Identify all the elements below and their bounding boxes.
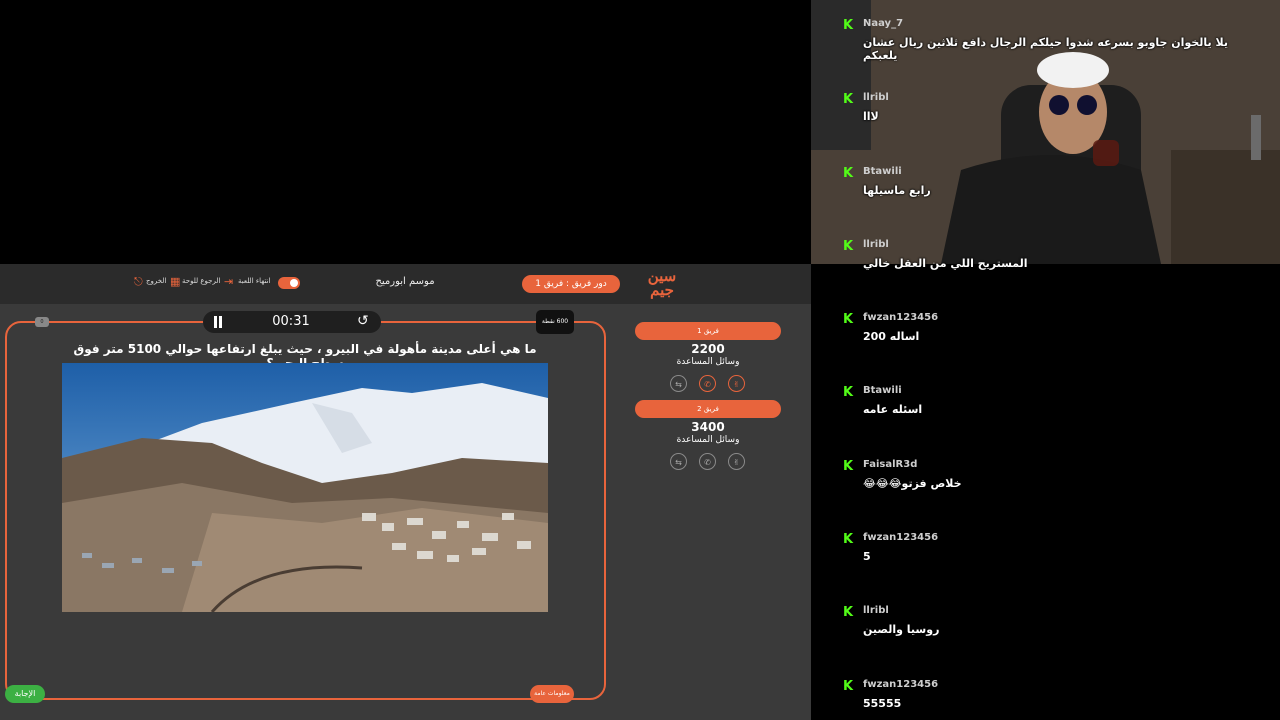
chat-username[interactable]: fwzan123456 (863, 679, 1263, 690)
call-friend-icon[interactable]: ✆ (699, 375, 716, 392)
chat-message: K Btawili رابع ماسيلها (843, 166, 1263, 197)
kick-icon: K (843, 679, 854, 694)
season-title: موسم ابورميح (375, 276, 435, 287)
chat-message: K Btawili اسئله عامه (843, 385, 1263, 416)
pause-icon[interactable] (212, 316, 224, 328)
board-grid-icon: ▦ (170, 275, 181, 288)
exit-button[interactable]: الخروج (146, 277, 166, 285)
swap-question-icon[interactable]: ⇆ (670, 375, 687, 392)
hand-icon[interactable]: ✌ (728, 453, 745, 470)
team-2-pill: فريق 2 (635, 400, 781, 418)
chat-message: K llribl روسيا والصين (843, 605, 1263, 636)
exit-icon: ⎋ (134, 275, 143, 288)
back-to-board-button[interactable]: الرجوع للوحة (182, 277, 220, 285)
chat-text: اسئله عامه (863, 403, 923, 416)
kick-icon: K (843, 312, 854, 327)
timer-display: 00:31 (272, 314, 310, 329)
hand-icon[interactable]: ✌ (728, 375, 745, 392)
kick-icon: K (843, 166, 854, 181)
chat-username[interactable]: llribl (863, 92, 1263, 103)
end-game-label[interactable]: انتهاء اللعبة (238, 277, 271, 285)
kick-icon: K (843, 18, 854, 33)
game-topbar: سين جيم دور فريق : فريق 1 موسم ابورميح ا… (0, 264, 811, 304)
end-game-icon: ⇥ (224, 275, 234, 288)
chat-message: K llribl لااا (843, 92, 1263, 123)
end-game-toggle[interactable] (278, 277, 300, 289)
team-1-score: 2200 (691, 342, 725, 356)
chat-text: 55555 (863, 697, 902, 710)
turn-indicator: دور فريق : فريق 1 (522, 275, 620, 293)
chat-text: المستريح اللي من العقل خالي (863, 257, 1028, 270)
chat-message: K fwzan123456 اساله 200 (843, 312, 1263, 343)
chat-text: خلاص فزتو😂😂😂 (863, 477, 962, 490)
chat-username[interactable]: Btawili (863, 385, 1263, 396)
call-friend-icon[interactable]: ✆ (699, 453, 716, 470)
chat-username[interactable]: llribl (863, 605, 1263, 616)
game-area: سين جيم دور فريق : فريق 1 موسم ابورميح ا… (0, 264, 811, 720)
team-1-aids-label: وسائل المساعدة (676, 357, 740, 367)
chat-panel: K Naay_7 يلا يالخوان جاوبو بسرعه شدوا حي… (811, 0, 1280, 720)
answer-button[interactable]: الإجابة (5, 685, 45, 703)
chat-text: لااا (863, 110, 879, 123)
kick-icon: K (843, 532, 854, 547)
kick-icon: K (843, 92, 854, 107)
chat-username[interactable]: Naay_7 (863, 18, 1263, 29)
general-info-button[interactable]: معلومات عامة (530, 685, 574, 703)
chat-text: يلا يالخوان جاوبو بسرعه شدوا حيلكم الرجا… (863, 36, 1228, 62)
game-logo: سين جيم (647, 267, 677, 299)
team-2-score: 3400 (691, 420, 725, 434)
reset-timer-icon[interactable]: ↺ (357, 313, 369, 329)
points-badge: 600 نقطة (536, 310, 574, 334)
chat-text: اساله 200 (863, 330, 920, 343)
kick-icon: K (843, 239, 854, 254)
chat-username[interactable]: fwzan123456 (863, 312, 1263, 323)
chat-message: K fwzan123456 5 (843, 532, 1263, 563)
kick-icon: K (843, 459, 854, 474)
kick-icon: K (843, 605, 854, 620)
chat-message: K fwzan123456 55555 (843, 679, 1263, 710)
chat-username[interactable]: llribl (863, 239, 1263, 250)
chat-message: K llribl المستريح اللي من العقل خالي (843, 239, 1263, 270)
chat-message: K Naay_7 يلا يالخوان جاوبو بسرعه شدوا حي… (843, 18, 1263, 62)
chat-text: رابع ماسيلها (863, 184, 931, 197)
kick-icon: K (843, 385, 854, 400)
chat-username[interactable]: FaisalR3d (863, 459, 1263, 470)
chat-username[interactable]: fwzan123456 (863, 532, 1263, 543)
swap-question-icon[interactable]: ⇆ (670, 453, 687, 470)
chat-text: 5 (863, 550, 871, 563)
question-image (62, 363, 548, 612)
team-2-aids-label: وسائل المساعدة (676, 435, 740, 445)
chat-username[interactable]: Btawili (863, 166, 1263, 177)
mini-badge: 0 (35, 317, 49, 327)
team-1-pill: فريق 1 (635, 322, 781, 340)
chat-message: K FaisalR3d خلاص فزتو😂😂😂 (843, 459, 1263, 490)
chat-text: روسيا والصين (863, 623, 940, 636)
